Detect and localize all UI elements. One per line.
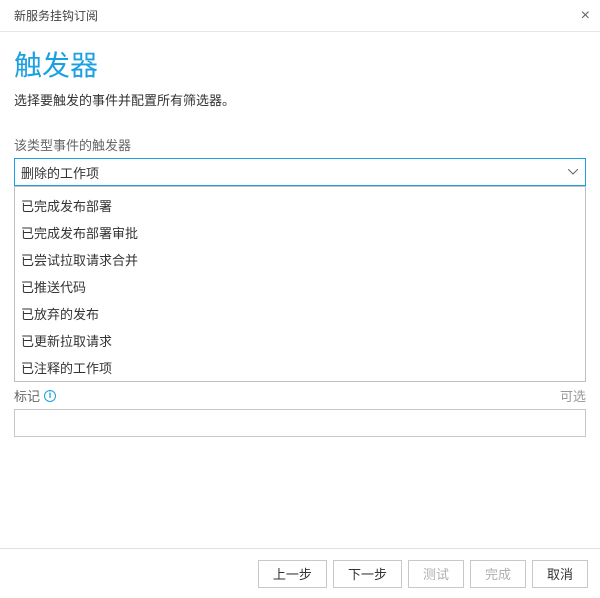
- finish-button: 完成: [470, 560, 526, 588]
- dialog-root: 新服务挂钩订阅 × 触发器 选择要触发的事件并配置所有筛选器。 该类型事件的触发…: [0, 0, 600, 598]
- tag-row: 标记 i 可选: [14, 386, 586, 405]
- test-button: 测试: [408, 560, 464, 588]
- trigger-option[interactable]: 已完成发布部署审批: [15, 219, 585, 246]
- trigger-option[interactable]: 已完成发布部署: [15, 192, 585, 219]
- trigger-option[interactable]: 已推送代码: [15, 273, 585, 300]
- prev-button[interactable]: 上一步: [258, 560, 327, 588]
- dialog-title: 新服务挂钩订阅: [14, 7, 98, 24]
- tag-label: 标记: [14, 386, 40, 405]
- trigger-combobox[interactable]: 删除的工作项: [14, 158, 586, 186]
- close-icon[interactable]: ×: [581, 8, 590, 24]
- tag-label-wrap: 标记 i: [14, 386, 56, 405]
- tag-optional: 可选: [560, 386, 586, 405]
- info-icon[interactable]: i: [44, 390, 56, 402]
- trigger-option[interactable]: 已更新拉取请求: [15, 327, 585, 354]
- trigger-options-list[interactable]: 已启动发布部署已完成发布部署已完成发布部署审批已尝试拉取请求合并已推送代码已放弃…: [14, 186, 586, 382]
- trigger-selected-value: 删除的工作项: [21, 163, 99, 182]
- trigger-field-label: 该类型事件的触发器: [14, 135, 586, 154]
- cancel-button[interactable]: 取消: [532, 560, 588, 588]
- trigger-dropdown: 删除的工作项 已启动发布部署已完成发布部署已完成发布部署审批已尝试拉取请求合并已…: [14, 158, 586, 186]
- chevron-down-icon: [567, 166, 579, 178]
- page-heading: 触发器: [14, 44, 586, 84]
- next-button[interactable]: 下一步: [333, 560, 402, 588]
- title-bar: 新服务挂钩订阅 ×: [0, 0, 600, 32]
- trigger-option[interactable]: 已注释的工作项: [15, 354, 585, 381]
- page-subtitle: 选择要触发的事件并配置所有筛选器。: [14, 90, 586, 109]
- footer-bar: 上一步 下一步 测试 完成 取消: [0, 548, 600, 598]
- tag-input[interactable]: [14, 409, 586, 437]
- content-area: 触发器 选择要触发的事件并配置所有筛选器。 该类型事件的触发器 删除的工作项 已…: [0, 32, 600, 437]
- trigger-option[interactable]: 已放弃的发布: [15, 300, 585, 327]
- trigger-option[interactable]: 已尝试拉取请求合并: [15, 246, 585, 273]
